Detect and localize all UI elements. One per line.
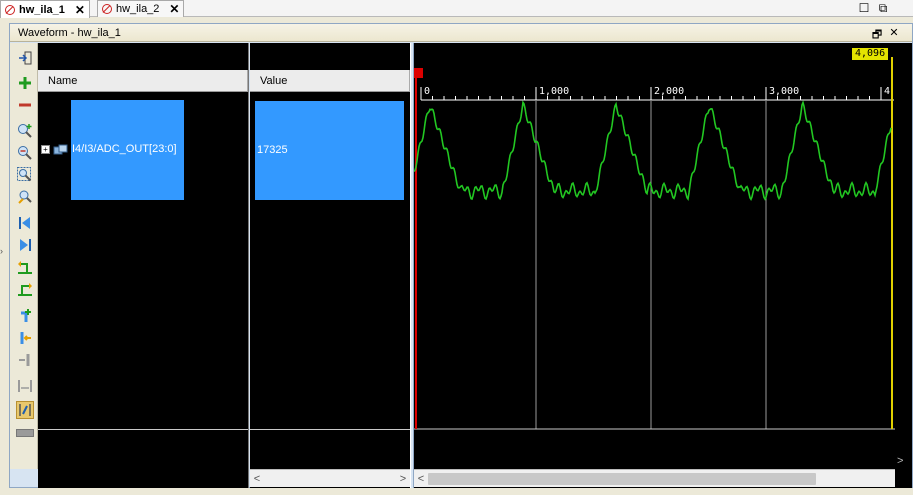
window-title: Waveform - hw_ila_1 — [18, 26, 121, 39]
pane-divider-line — [250, 429, 410, 430]
add-icon — [19, 77, 31, 89]
swap-cursors-button[interactable] — [16, 377, 34, 395]
zoom-in-button[interactable] — [16, 122, 34, 140]
zoom-fit-icon — [19, 51, 32, 65]
zoom-cursor-icon — [18, 190, 32, 204]
previous-transition-icon — [18, 261, 32, 274]
next-marker-icon — [19, 354, 30, 366]
waveform-window: Waveform - hw_ila_1 🗗 ✕ Name + I4/I3/ADC… — [9, 23, 913, 488]
go-last-icon — [20, 239, 31, 251]
collapse-arrow-icon[interactable]: › — [0, 246, 3, 256]
snap-to-transition-icon — [19, 404, 31, 416]
close-icon[interactable]: ✕ — [75, 3, 85, 17]
remove-icon — [19, 103, 31, 107]
waveform-titlebar: Waveform - hw_ila_1 🗗 ✕ — [10, 24, 912, 42]
ruler-tick-label: 4 — [884, 86, 890, 97]
close-icon[interactable]: ✕ — [169, 2, 179, 16]
name-column-header[interactable]: Name — [38, 70, 248, 92]
adc-out-waveform — [414, 100, 892, 201]
tab-hw-ila-1[interactable]: hw_ila_1 ✕ — [0, 0, 90, 18]
signal-value-pane: Value 17325 < > — [250, 43, 410, 488]
tab-hw-ila-2[interactable]: hw_ila_2 ✕ — [97, 0, 185, 17]
snap-to-transition-button[interactable] — [16, 401, 34, 419]
zoom-out-icon — [18, 146, 32, 160]
restore-icon[interactable]: ☐ — [857, 1, 871, 15]
signal-name[interactable]: I4/I3/ADC_OUT[23:0] — [72, 143, 177, 155]
zoom-full-icon — [17, 167, 32, 182]
previous-marker-icon — [20, 332, 31, 344]
zoom-full-button[interactable] — [16, 166, 34, 184]
waveform-toolbar — [10, 43, 38, 469]
close-window-icon[interactable]: ✕ — [887, 26, 901, 39]
remove-signal-button[interactable] — [16, 96, 34, 114]
scroll-right-icon[interactable]: > — [897, 455, 903, 467]
ila-debug-icon — [5, 4, 15, 15]
previous-marker-button[interactable] — [16, 329, 34, 347]
waveform-horizontal-scrollbar[interactable]: < — [414, 469, 895, 487]
go-first-icon — [19, 217, 30, 229]
zoom-in-icon — [18, 124, 32, 138]
ruler-tick-label: 1,000 — [539, 86, 569, 97]
previous-transition-button[interactable] — [16, 259, 34, 277]
waveform-pane: 0 1,000 2,000 3,000 4 4,096 < > — [414, 43, 912, 488]
next-transition-icon — [18, 283, 32, 296]
name-column-label: Name — [48, 74, 78, 87]
signal-value: 17325 — [257, 144, 288, 156]
zoom-out-button[interactable] — [16, 144, 34, 162]
editor-tab-bar: hw_ila_1 ✕ hw_ila_2 ✕ ☐ ⧉ — [0, 0, 913, 18]
scrollbar-thumb[interactable] — [428, 473, 816, 485]
bus-signal-icon — [53, 144, 68, 155]
swap-cursors-icon — [18, 380, 32, 392]
marker-flag — [414, 68, 423, 78]
waveform-vertical-scrollbar[interactable]: > — [895, 435, 909, 472]
tab-label: hw_ila_2 — [116, 3, 160, 15]
floating-ruler-icon — [16, 429, 34, 437]
next-marker-button[interactable] — [16, 351, 34, 369]
value-horizontal-scrollbar[interactable]: < > — [250, 469, 410, 487]
waveform-canvas[interactable]: 0 1,000 2,000 3,000 4 — [414, 43, 912, 469]
ruler-tick-label: 2,000 — [654, 86, 684, 97]
next-transition-button[interactable] — [16, 281, 34, 299]
add-marker-icon — [21, 309, 31, 322]
go-to-last-button[interactable] — [16, 236, 34, 254]
scroll-left-icon[interactable]: < — [250, 473, 264, 485]
add-marker-button[interactable] — [16, 307, 34, 325]
scroll-left-icon[interactable]: < — [414, 473, 428, 485]
add-signal-button[interactable] — [16, 74, 34, 92]
maximize-icon[interactable]: ⧉ — [876, 1, 890, 16]
ila-debug-icon — [102, 4, 112, 14]
value-column-header[interactable]: Value — [250, 70, 410, 92]
expand-icon[interactable]: + — [41, 145, 50, 154]
go-to-first-button[interactable] — [16, 214, 34, 232]
signal-name-pane: Name + I4/I3/ADC_OUT[23:0] — [38, 43, 249, 488]
floating-ruler-button[interactable] — [16, 424, 34, 442]
ruler-tick-label: 0 — [424, 86, 430, 97]
zoom-to-cursor-button[interactable] — [16, 188, 34, 206]
pane-divider-line — [38, 429, 248, 430]
value-column-label: Value — [260, 74, 288, 87]
zoom-fit-button[interactable] — [16, 49, 34, 67]
ruler-tick-label: 3,000 — [769, 86, 799, 97]
scroll-right-icon[interactable]: > — [396, 473, 410, 485]
cursor-value-label: 4,096 — [852, 48, 889, 60]
tab-label: hw_ila_1 — [19, 3, 65, 16]
